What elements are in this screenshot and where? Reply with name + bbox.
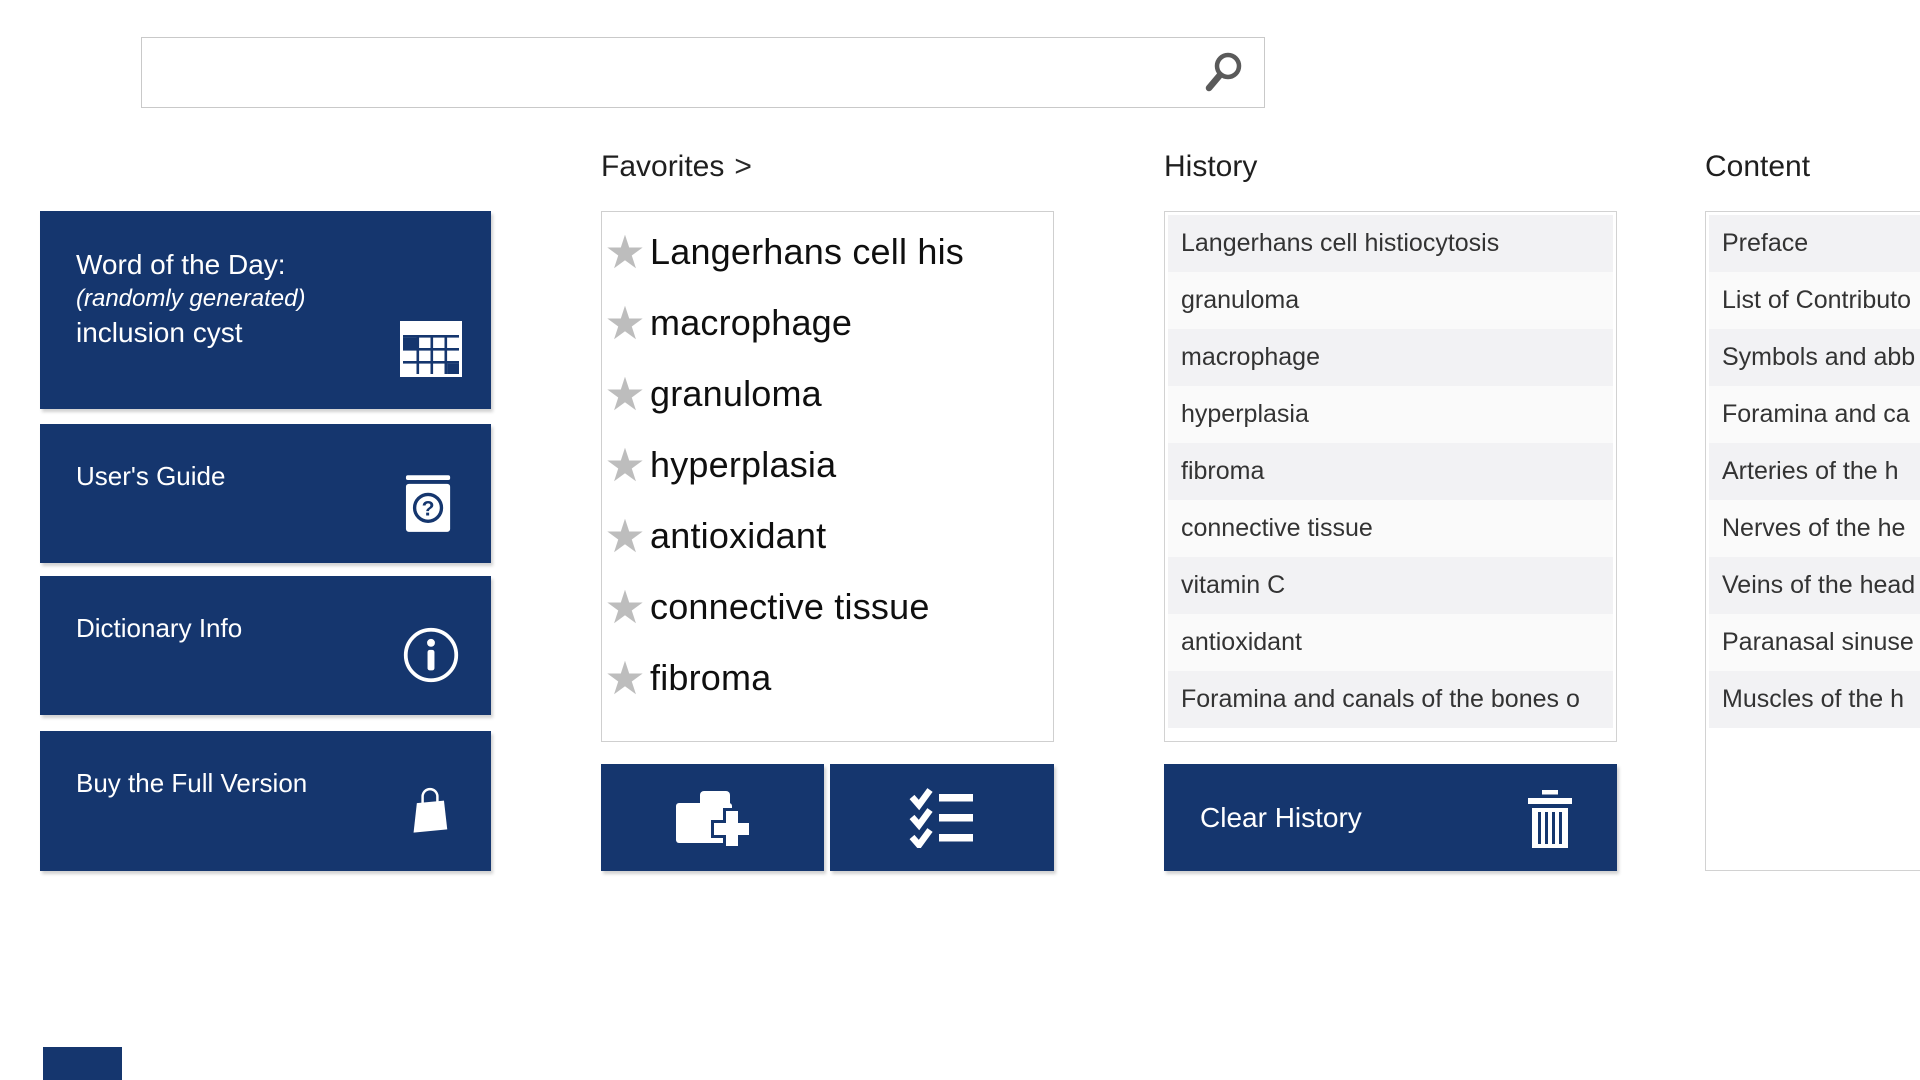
content-item[interactable]: Foramina and ca [1709, 386, 1920, 443]
history-item-label: granuloma [1181, 286, 1300, 314]
word-of-the-day-subtitle: (randomly generated) [76, 285, 306, 313]
star-icon[interactable] [604, 584, 650, 630]
history-item-label: vitamin C [1181, 571, 1286, 599]
content-item-label: Foramina and ca [1722, 400, 1910, 428]
info-icon [403, 627, 459, 683]
partial-tile-fragment [43, 1047, 122, 1080]
content-item-label: List of Contributo [1722, 286, 1911, 314]
star-icon[interactable] [604, 442, 650, 488]
favorite-item[interactable]: connective tissue [604, 571, 1053, 642]
favorite-item-label: hyperplasia [650, 443, 837, 485]
favorite-item-label: connective tissue [650, 585, 930, 627]
history-title: History [1164, 150, 1258, 183]
content-list: Preface List of Contributo Symbols and a… [1705, 211, 1920, 871]
history-item[interactable]: Langerhans cell histiocytosis [1168, 215, 1613, 272]
content-title: Content [1705, 150, 1811, 183]
content-item[interactable]: Muscles of the h [1709, 671, 1920, 728]
content-item[interactable]: Veins of the head [1709, 557, 1920, 614]
content-item[interactable]: Symbols and abb [1709, 329, 1920, 386]
favorite-item-label: Langerhans cell his [650, 230, 965, 272]
history-item[interactable]: antioxidant [1168, 614, 1613, 671]
dictionary-info-tile[interactable]: Dictionary Info [40, 576, 491, 715]
history-item[interactable]: fibroma [1168, 443, 1613, 500]
content-item[interactable]: Arteries of the h [1709, 443, 1920, 500]
star-icon[interactable] [604, 513, 650, 559]
content-item-label: Arteries of the h [1722, 457, 1899, 485]
favorites-title: Favorites [601, 150, 725, 183]
dictionary-info-label: Dictionary Info [76, 613, 243, 643]
favorite-item[interactable]: macrophage [604, 287, 1053, 358]
calendar-icon [400, 321, 462, 377]
history-item[interactable]: vitamin C [1168, 557, 1613, 614]
content-item-label: Preface [1722, 229, 1809, 257]
favorites-actions [601, 764, 1054, 871]
favorite-item-label: macrophage [650, 301, 853, 343]
users-guide-label: User's Guide [76, 461, 226, 491]
trash-icon [1528, 790, 1572, 848]
history-item[interactable]: hyperplasia [1168, 386, 1613, 443]
favorite-item[interactable]: granuloma [604, 358, 1053, 429]
word-of-the-day-text: Word of the Day: (randomly generated) in… [76, 247, 305, 351]
history-item-label: antioxidant [1181, 628, 1302, 656]
favorite-item-label: fibroma [650, 656, 772, 698]
content-item[interactable]: Preface [1709, 215, 1920, 272]
content-item[interactable]: Paranasal sinuse [1709, 614, 1920, 671]
search-box[interactable] [141, 37, 1265, 108]
favorites-header[interactable]: Favorites > [601, 150, 752, 184]
history-item[interactable]: Foramina and canals of the bones o [1168, 671, 1613, 728]
content-item-label: Paranasal sinuse [1722, 628, 1914, 656]
users-guide-tile[interactable]: User's Guide ? [40, 424, 491, 563]
word-of-the-day-tile[interactable]: Word of the Day: (randomly generated) in… [40, 211, 491, 409]
add-favorites-folder-button[interactable] [601, 764, 824, 871]
add-folder-icon [675, 790, 752, 849]
content-item[interactable]: Nerves of the he [1709, 500, 1920, 557]
history-item[interactable]: connective tissue [1168, 500, 1613, 557]
favorite-item[interactable]: Langerhans cell his [604, 216, 1053, 287]
history-list: Langerhans cell histiocytosis granuloma … [1164, 211, 1617, 742]
history-item-label: macrophage [1181, 343, 1320, 371]
history-item-label: connective tissue [1181, 514, 1373, 542]
content-item[interactable]: List of Contributo [1709, 272, 1920, 329]
favorite-item[interactable]: antioxidant [604, 500, 1053, 571]
favorite-item-label: granuloma [650, 372, 822, 414]
star-icon[interactable] [604, 300, 650, 346]
manage-favorites-list-button[interactable] [830, 764, 1054, 871]
star-icon[interactable] [604, 229, 650, 275]
favorites-list: Langerhans cell his macrophage granuloma… [601, 211, 1054, 742]
word-of-the-day-title: Word of the Day: [76, 249, 286, 280]
clear-history-button[interactable]: Clear History [1164, 764, 1617, 871]
content-item-label: Nerves of the he [1722, 514, 1906, 542]
favorite-item[interactable]: fibroma [604, 642, 1053, 713]
history-item-label: Langerhans cell histiocytosis [1181, 229, 1500, 257]
content-item-label: Veins of the head [1722, 571, 1916, 599]
star-icon[interactable] [604, 371, 650, 417]
history-item[interactable]: macrophage [1168, 329, 1613, 386]
history-item[interactable]: granuloma [1168, 272, 1613, 329]
buy-full-version-tile[interactable]: Buy the Full Version [40, 731, 491, 871]
history-item-label: hyperplasia [1181, 400, 1309, 428]
checklist-icon [909, 787, 973, 848]
history-item-label: Foramina and canals of the bones o [1181, 685, 1580, 713]
content-item-label: Symbols and abb [1722, 343, 1916, 371]
content-item-label: Muscles of the h [1722, 685, 1905, 713]
star-icon[interactable] [604, 655, 650, 701]
clear-history-label: Clear History [1200, 801, 1362, 833]
favorite-item[interactable]: hyperplasia [604, 429, 1053, 500]
history-item-label: fibroma [1181, 457, 1265, 485]
shopping-bag-icon [413, 787, 448, 833]
favorite-item-label: antioxidant [650, 514, 827, 556]
svg-text:?: ? [422, 498, 435, 521]
chevron-right-icon: > [734, 150, 752, 183]
buy-full-version-label: Buy the Full Version [76, 768, 308, 798]
search-input[interactable] [142, 38, 1264, 107]
word-of-the-day-word: inclusion cyst [76, 316, 243, 348]
search-icon[interactable] [1202, 51, 1246, 95]
guide-book-icon: ? [405, 475, 451, 532]
